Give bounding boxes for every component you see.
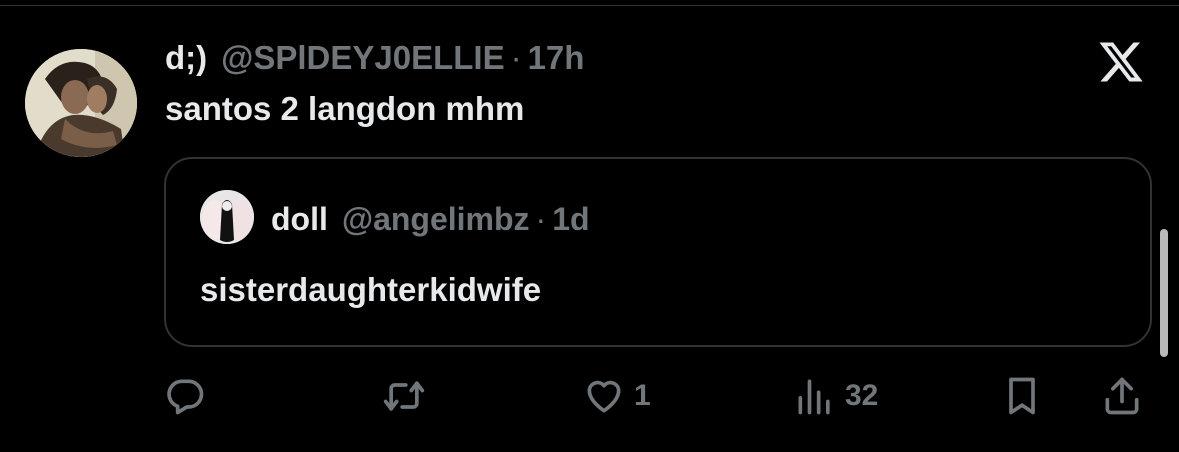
quoted-tweet-card[interactable]: doll @angelimbz · 1d sisterdaughterkidwi… (164, 157, 1152, 347)
retweet-button[interactable] (382, 370, 426, 422)
quoted-avatar-illustration (200, 190, 254, 244)
top-divider (0, 0, 1179, 6)
heart-icon (587, 380, 621, 413)
like-count: 1 (634, 379, 651, 412)
tweet-timestamp[interactable]: 17h (528, 39, 585, 77)
author-display-name[interactable]: d;) (165, 39, 207, 77)
quoted-author-avatar[interactable] (200, 190, 254, 244)
bookmark-icon (1009, 377, 1035, 415)
action-bar: 1 32 (0, 370, 1179, 422)
share-button[interactable] (1100, 370, 1144, 422)
x-logo-icon (1099, 42, 1143, 82)
quoted-display-name[interactable]: doll (271, 201, 328, 238)
like-button[interactable]: 1 (582, 370, 651, 422)
views-button[interactable]: 32 (793, 370, 878, 422)
avatar-illustration (25, 49, 137, 157)
views-count: 32 (845, 379, 879, 412)
quoted-header-separator: · (535, 200, 547, 237)
tweet-text: santos 2 langdon mhm (165, 90, 525, 127)
scrollbar[interactable] (1160, 229, 1168, 357)
views-bar-chart-icon (798, 379, 830, 415)
reply-button[interactable] (163, 370, 207, 422)
retweet-icon (383, 381, 425, 411)
quoted-timestamp[interactable]: 1d (552, 201, 589, 238)
author-handle[interactable]: @SPlDEYJ0ELLIE (221, 39, 504, 77)
reply-bubble-icon (167, 379, 204, 415)
header-separator: · (510, 39, 522, 76)
tweet-header: d;) @SPlDEYJ0ELLIE · 17h (165, 38, 584, 78)
bookmark-button[interactable] (1000, 370, 1044, 422)
quoted-handle[interactable]: @angelimbz (342, 201, 530, 238)
quoted-tweet-header: doll @angelimbz · 1d (271, 199, 590, 239)
quoted-tweet-text: sisterdaughterkidwife (200, 271, 542, 308)
author-avatar[interactable] (25, 49, 137, 157)
share-upload-icon (1105, 377, 1139, 415)
